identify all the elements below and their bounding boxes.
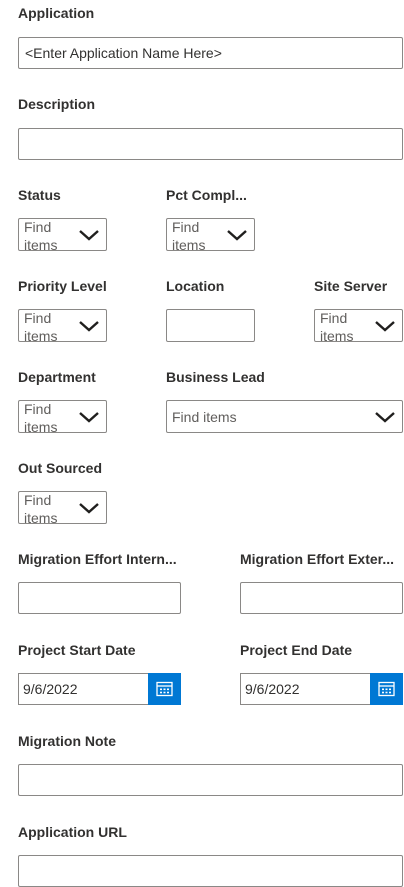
chevron-down-icon bbox=[79, 412, 99, 423]
application-input[interactable] bbox=[18, 37, 403, 69]
business-lead-dropdown[interactable]: Find items bbox=[166, 400, 403, 433]
status-label: Status bbox=[18, 187, 61, 203]
chevron-down-icon bbox=[227, 230, 247, 241]
priority-level-placeholder: Find items bbox=[24, 310, 58, 344]
pct-complete-dropdown[interactable]: Find items bbox=[166, 218, 255, 253]
business-lead-placeholder: Find items bbox=[172, 409, 237, 425]
migration-effort-internal-input[interactable] bbox=[18, 582, 181, 614]
migration-effort-external-input[interactable] bbox=[240, 582, 403, 614]
chevron-down-icon bbox=[79, 321, 99, 332]
out-sourced-dropdown[interactable]: Find items bbox=[18, 491, 107, 526]
project-start-date-label: Project Start Date bbox=[18, 642, 136, 658]
chevron-down-icon bbox=[79, 503, 99, 514]
migration-effort-internal-label: Migration Effort Intern... bbox=[18, 551, 177, 567]
migration-note-label: Migration Note bbox=[18, 733, 116, 749]
out-sourced-label: Out Sourced bbox=[18, 460, 103, 476]
out-sourced-placeholder: Find items bbox=[24, 492, 58, 526]
site-server-label: Site Server bbox=[314, 278, 388, 294]
migration-effort-external-label: Migration Effort Exter... bbox=[240, 551, 395, 567]
chevron-down-icon bbox=[375, 412, 395, 423]
application-url-label: Application URL bbox=[18, 824, 127, 840]
department-dropdown[interactable]: Find items bbox=[18, 400, 107, 435]
description-label: Description bbox=[18, 96, 96, 112]
project-end-date-input[interactable]: 9/6/2022 bbox=[240, 673, 371, 705]
description-input[interactable] bbox=[18, 128, 403, 160]
calendar-icon bbox=[378, 681, 395, 697]
priority-level-dropdown[interactable]: Find items bbox=[18, 309, 107, 344]
status-placeholder: Find items bbox=[24, 219, 58, 253]
status-dropdown[interactable]: Find items bbox=[18, 218, 107, 253]
location-input[interactable] bbox=[166, 309, 255, 342]
calendar-icon bbox=[156, 681, 173, 697]
site-server-dropdown[interactable]: Find items bbox=[314, 309, 403, 344]
department-placeholder: Find items bbox=[24, 401, 58, 435]
application-label: Application bbox=[18, 5, 95, 21]
site-server-placeholder: Find items bbox=[320, 310, 354, 344]
project-start-date-calendar-button[interactable] bbox=[148, 673, 181, 705]
migration-note-input[interactable] bbox=[18, 764, 403, 796]
application-url-input[interactable] bbox=[18, 855, 403, 887]
business-lead-label: Business Lead bbox=[166, 369, 265, 385]
chevron-down-icon bbox=[375, 321, 395, 332]
department-label: Department bbox=[18, 369, 96, 385]
project-start-date-input[interactable]: 9/6/2022 bbox=[18, 673, 149, 705]
priority-level-label: Priority Level bbox=[18, 278, 107, 294]
chevron-down-icon bbox=[79, 230, 99, 241]
pct-complete-label: Pct Compl... bbox=[166, 187, 247, 203]
project-end-date-label: Project End Date bbox=[240, 642, 353, 658]
location-label: Location bbox=[166, 278, 225, 294]
project-end-date-calendar-button[interactable] bbox=[370, 673, 403, 705]
pct-complete-placeholder: Find items bbox=[172, 219, 206, 253]
